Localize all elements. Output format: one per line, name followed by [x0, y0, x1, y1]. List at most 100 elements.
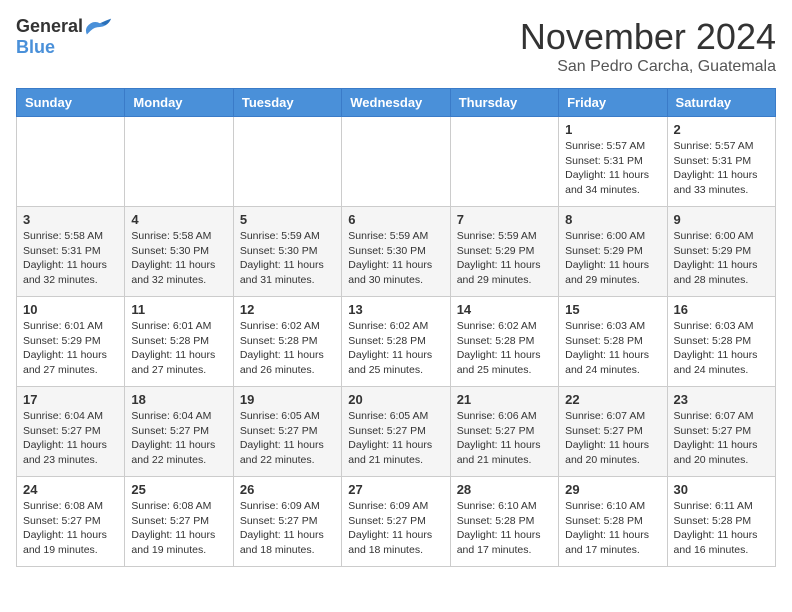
- calendar-cell: 20Sunrise: 6:05 AM Sunset: 5:27 PM Dayli…: [342, 387, 450, 477]
- day-info: Sunrise: 6:09 AM Sunset: 5:27 PM Dayligh…: [240, 499, 335, 558]
- day-number: 19: [240, 392, 335, 407]
- day-number: 22: [565, 392, 660, 407]
- day-number: 23: [674, 392, 769, 407]
- calendar-cell: 21 Sunrise: 6:06 AM Sunset: 5:27 PM Dayli…: [450, 387, 558, 477]
- day-info: Sunrise: 6:08 AM Sunset: 5:27 PM Dayligh…: [131, 499, 226, 558]
- calendar-cell: 9Sunrise: 6:00 AM Sunset: 5:29 PM Daylig…: [667, 207, 775, 297]
- day-info: Sunrise: 6:03 AM Sunset: 5:28 PM Dayligh…: [565, 319, 660, 378]
- calendar-cell: 23 Sunrise: 6:07 AM Sunset: 5:27 PM Dayli…: [667, 387, 775, 477]
- logo-bird-icon: [85, 17, 113, 37]
- calendar-header-row: SundayMondayTuesdayWednesdayThursdayFrid…: [17, 89, 776, 117]
- calendar-weekday-monday: Monday: [125, 89, 233, 117]
- calendar-cell: 11 Sunrise: 6:01 AM Sunset: 5:28 PM Dayli…: [125, 297, 233, 387]
- calendar-cell: 13 Sunrise: 6:02 AM Sunset: 5:28 PM Dayli…: [342, 297, 450, 387]
- day-number: 6: [348, 212, 443, 227]
- day-number: 1: [565, 122, 660, 137]
- day-number: 3: [23, 212, 118, 227]
- day-number: 20: [348, 392, 443, 407]
- calendar-cell: 18Sunrise: 6:04 AM Sunset: 5:27 PM Dayli…: [125, 387, 233, 477]
- day-info: Sunrise: 6:11 AM Sunset: 5:28 PM Dayligh…: [674, 499, 769, 558]
- calendar-weekday-wednesday: Wednesday: [342, 89, 450, 117]
- day-number: 13: [348, 302, 443, 317]
- calendar-weekday-sunday: Sunday: [17, 89, 125, 117]
- calendar-cell: 4Sunrise: 5:58 AM Sunset: 5:30 PM Daylig…: [125, 207, 233, 297]
- day-number: 25: [131, 482, 226, 497]
- calendar-cell: 15 Sunrise: 6:03 AM Sunset: 5:28 PM Dayli…: [559, 297, 667, 387]
- calendar-cell: 17 Sunrise: 6:04 AM Sunset: 5:27 PM Dayli…: [17, 387, 125, 477]
- day-number: 2: [674, 122, 769, 137]
- day-number: 16: [674, 302, 769, 317]
- day-number: 24: [23, 482, 118, 497]
- day-number: 14: [457, 302, 552, 317]
- calendar-cell: [233, 117, 341, 207]
- calendar-cell: 14 Sunrise: 6:02 AM Sunset: 5:28 PM Dayli…: [450, 297, 558, 387]
- day-info: Sunrise: 6:08 AM Sunset: 5:27 PM Dayligh…: [23, 499, 118, 558]
- day-info: Sunrise: 6:02 AM Sunset: 5:28 PM Dayligh…: [457, 319, 552, 378]
- calendar-cell: 3 Sunrise: 5:58 AM Sunset: 5:31 PM Daylig…: [17, 207, 125, 297]
- title-section: November 2024 San Pedro Carcha, Guatemal…: [520, 16, 776, 76]
- calendar-cell: 1 Sunrise: 5:57 AM Sunset: 5:31 PM Daylig…: [559, 117, 667, 207]
- calendar-cell: 10 Sunrise: 6:01 AM Sunset: 5:29 PM Dayli…: [17, 297, 125, 387]
- day-info: Sunrise: 6:06 AM Sunset: 5:27 PM Dayligh…: [457, 409, 552, 468]
- calendar-cell: [125, 117, 233, 207]
- day-number: 7: [457, 212, 552, 227]
- day-number: 29: [565, 482, 660, 497]
- day-info: Sunrise: 6:01 AM Sunset: 5:29 PM Dayligh…: [23, 319, 118, 378]
- day-info: Sunrise: 6:01 AM Sunset: 5:28 PM Dayligh…: [131, 319, 226, 378]
- calendar-cell: 27 Sunrise: 6:09 AM Sunset: 5:27 PM Dayli…: [342, 477, 450, 567]
- day-number: 4: [131, 212, 226, 227]
- day-number: 5: [240, 212, 335, 227]
- calendar-cell: 26 Sunrise: 6:09 AM Sunset: 5:27 PM Dayli…: [233, 477, 341, 567]
- calendar-week-row-3: 10 Sunrise: 6:01 AM Sunset: 5:29 PM Dayli…: [17, 297, 776, 387]
- logo: General Blue: [16, 16, 113, 58]
- calendar-cell: 28Sunrise: 6:10 AM Sunset: 5:28 PM Dayli…: [450, 477, 558, 567]
- calendar-cell: [17, 117, 125, 207]
- calendar-weekday-thursday: Thursday: [450, 89, 558, 117]
- day-info: Sunrise: 6:07 AM Sunset: 5:27 PM Dayligh…: [565, 409, 660, 468]
- day-number: 27: [348, 482, 443, 497]
- day-info: Sunrise: 6:07 AM Sunset: 5:27 PM Dayligh…: [674, 409, 769, 468]
- calendar-cell: 16 Sunrise: 6:03 AM Sunset: 5:28 PM Dayli…: [667, 297, 775, 387]
- day-info: Sunrise: 6:00 AM Sunset: 5:29 PM Dayligh…: [565, 229, 660, 288]
- calendar-cell: 25 Sunrise: 6:08 AM Sunset: 5:27 PM Dayli…: [125, 477, 233, 567]
- calendar-week-row-1: 1 Sunrise: 5:57 AM Sunset: 5:31 PM Daylig…: [17, 117, 776, 207]
- day-info: Sunrise: 6:04 AM Sunset: 5:27 PM Dayligh…: [131, 409, 226, 468]
- day-number: 8: [565, 212, 660, 227]
- day-number: 30: [674, 482, 769, 497]
- day-info: Sunrise: 6:00 AM Sunset: 5:29 PM Dayligh…: [674, 229, 769, 288]
- calendar-weekday-saturday: Saturday: [667, 89, 775, 117]
- day-number: 17: [23, 392, 118, 407]
- day-info: Sunrise: 6:04 AM Sunset: 5:27 PM Dayligh…: [23, 409, 118, 468]
- calendar-cell: 24 Sunrise: 6:08 AM Sunset: 5:27 PM Dayli…: [17, 477, 125, 567]
- day-info: Sunrise: 6:03 AM Sunset: 5:28 PM Dayligh…: [674, 319, 769, 378]
- day-info: Sunrise: 6:10 AM Sunset: 5:28 PM Dayligh…: [565, 499, 660, 558]
- day-info: Sunrise: 5:57 AM Sunset: 5:31 PM Dayligh…: [674, 139, 769, 198]
- day-info: Sunrise: 5:58 AM Sunset: 5:31 PM Dayligh…: [23, 229, 118, 288]
- calendar-cell: 5Sunrise: 5:59 AM Sunset: 5:30 PM Daylig…: [233, 207, 341, 297]
- day-info: Sunrise: 5:57 AM Sunset: 5:31 PM Dayligh…: [565, 139, 660, 198]
- calendar-cell: 7Sunrise: 5:59 AM Sunset: 5:29 PM Daylig…: [450, 207, 558, 297]
- calendar-cell: 8 Sunrise: 6:00 AM Sunset: 5:29 PM Daylig…: [559, 207, 667, 297]
- calendar-table: SundayMondayTuesdayWednesdayThursdayFrid…: [16, 88, 776, 567]
- logo-general-text: General: [16, 16, 83, 37]
- day-number: 21: [457, 392, 552, 407]
- calendar-week-row-2: 3 Sunrise: 5:58 AM Sunset: 5:31 PM Daylig…: [17, 207, 776, 297]
- calendar-cell: 22 Sunrise: 6:07 AM Sunset: 5:27 PM Dayli…: [559, 387, 667, 477]
- day-info: Sunrise: 5:59 AM Sunset: 5:30 PM Dayligh…: [348, 229, 443, 288]
- calendar-cell: [450, 117, 558, 207]
- day-info: Sunrise: 6:09 AM Sunset: 5:27 PM Dayligh…: [348, 499, 443, 558]
- calendar-cell: 29 Sunrise: 6:10 AM Sunset: 5:28 PM Dayli…: [559, 477, 667, 567]
- day-number: 10: [23, 302, 118, 317]
- day-number: 11: [131, 302, 226, 317]
- calendar-cell: 2 Sunrise: 5:57 AM Sunset: 5:31 PM Daylig…: [667, 117, 775, 207]
- month-title: November 2024: [520, 16, 776, 58]
- calendar-cell: 6 Sunrise: 5:59 AM Sunset: 5:30 PM Daylig…: [342, 207, 450, 297]
- day-number: 26: [240, 482, 335, 497]
- day-number: 15: [565, 302, 660, 317]
- day-info: Sunrise: 6:02 AM Sunset: 5:28 PM Dayligh…: [240, 319, 335, 378]
- calendar-week-row-4: 17 Sunrise: 6:04 AM Sunset: 5:27 PM Dayli…: [17, 387, 776, 477]
- calendar-cell: 12Sunrise: 6:02 AM Sunset: 5:28 PM Dayli…: [233, 297, 341, 387]
- calendar-cell: [342, 117, 450, 207]
- day-info: Sunrise: 6:02 AM Sunset: 5:28 PM Dayligh…: [348, 319, 443, 378]
- calendar-weekday-tuesday: Tuesday: [233, 89, 341, 117]
